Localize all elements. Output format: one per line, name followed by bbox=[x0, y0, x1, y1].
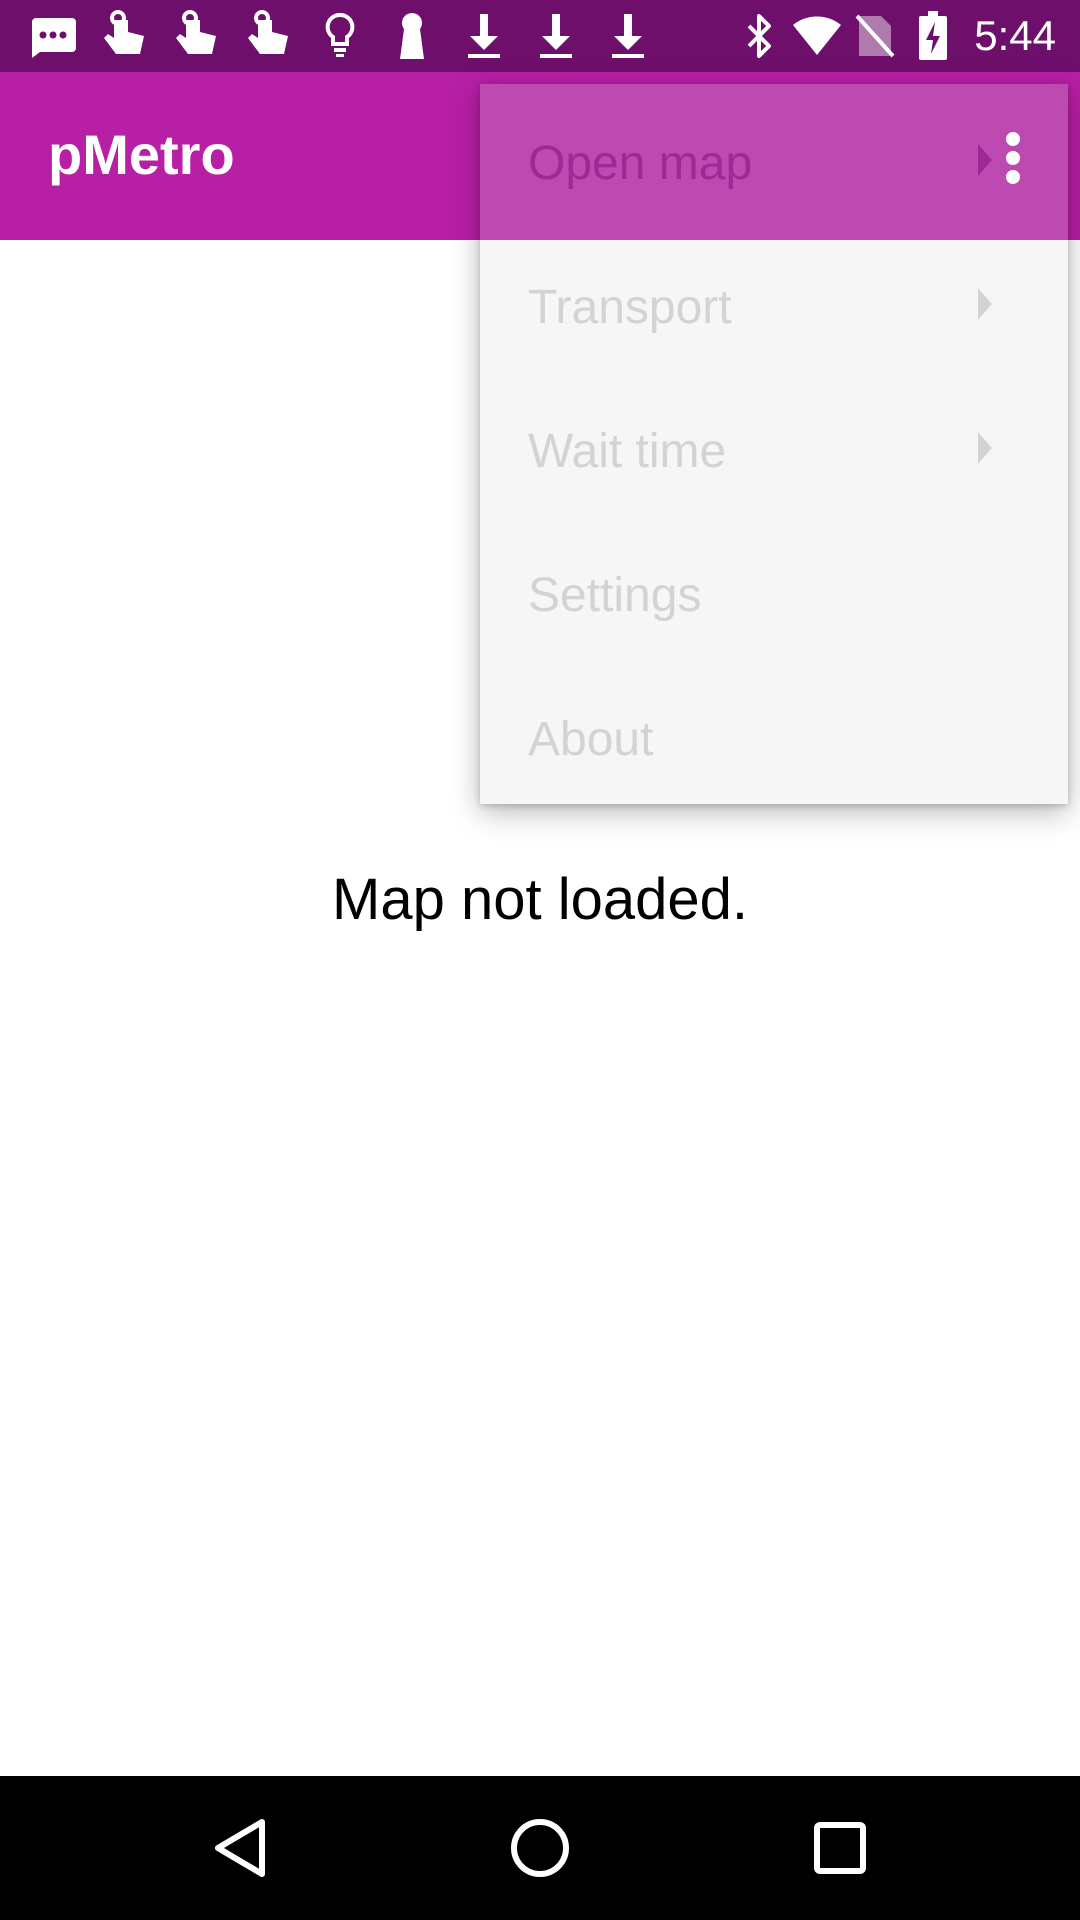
home-icon[interactable] bbox=[490, 1798, 590, 1898]
download-icon bbox=[528, 8, 584, 64]
menu-item-about[interactable]: About bbox=[480, 666, 1068, 810]
menu-item-transport[interactable]: Transport bbox=[480, 234, 1068, 378]
overflow-menu: Open map Transport Wait time Settings Ab… bbox=[480, 84, 1068, 804]
back-icon[interactable] bbox=[190, 1798, 290, 1898]
gesture-icon bbox=[168, 8, 224, 64]
status-clock: 5:44 bbox=[974, 12, 1056, 59]
battery-charging-icon bbox=[908, 8, 958, 64]
gesture-icon bbox=[240, 8, 296, 64]
notification-icons bbox=[24, 8, 672, 64]
gesture-icon bbox=[96, 8, 152, 64]
no-sim-icon bbox=[850, 8, 900, 64]
menu-item-label: Wait time bbox=[528, 425, 727, 478]
screen: 5:44 pMetro Map not loaded. Open map Tra… bbox=[0, 0, 1080, 1920]
app-title: pMetro bbox=[48, 123, 235, 186]
more-dot bbox=[1006, 170, 1020, 184]
menu-item-label: Settings bbox=[528, 569, 702, 622]
submenu-arrow-icon bbox=[978, 288, 992, 320]
menu-item-label: About bbox=[528, 713, 654, 766]
menu-item-open-map[interactable]: Open map bbox=[480, 90, 1068, 234]
system-icons: 5:44 bbox=[734, 8, 1056, 64]
download-icon bbox=[600, 8, 656, 64]
message-icon bbox=[24, 8, 80, 64]
keyhole-icon bbox=[384, 8, 440, 64]
menu-item-label: Open map bbox=[528, 137, 753, 190]
navigation-bar bbox=[0, 1776, 1080, 1920]
menu-item-label: Transport bbox=[528, 281, 732, 334]
recents-icon[interactable] bbox=[790, 1798, 890, 1898]
wifi-icon bbox=[792, 8, 842, 64]
menu-item-settings[interactable]: Settings bbox=[480, 522, 1068, 666]
status-bar: 5:44 bbox=[0, 0, 1080, 72]
more-vert-icon[interactable] bbox=[990, 122, 1038, 194]
more-dot bbox=[1006, 132, 1020, 146]
menu-item-wait-time[interactable]: Wait time bbox=[480, 378, 1068, 522]
bluetooth-icon bbox=[734, 8, 784, 64]
lightbulb-icon bbox=[312, 8, 368, 64]
map-status-message: Map not loaded. bbox=[332, 867, 748, 932]
more-dot bbox=[1006, 151, 1020, 165]
download-icon bbox=[456, 8, 512, 64]
submenu-arrow-icon bbox=[978, 432, 992, 464]
